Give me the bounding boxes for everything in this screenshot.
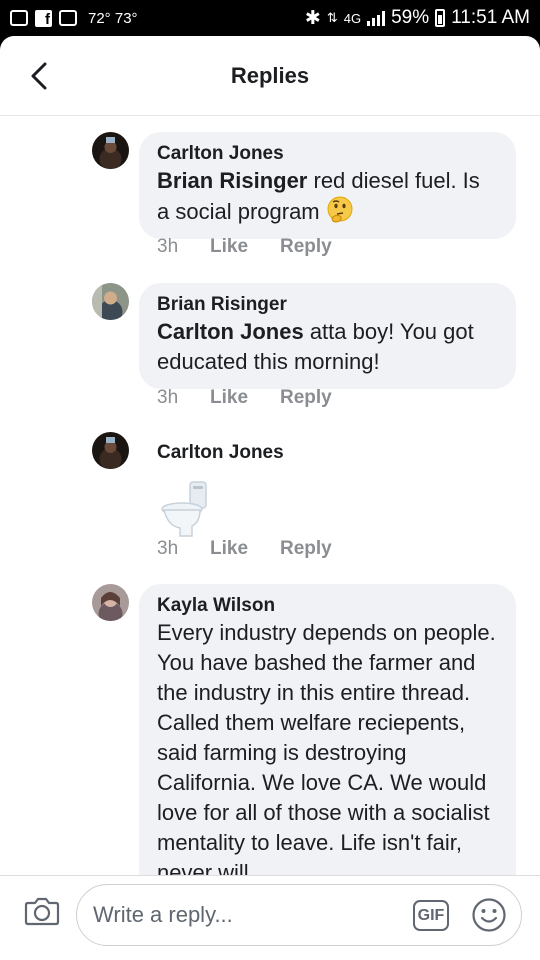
- emoji-button[interactable]: [471, 897, 507, 933]
- avatar[interactable]: [92, 584, 129, 621]
- mention-link[interactable]: Brian Risinger: [157, 168, 307, 193]
- comment-bubble: Carlton Jones Brian Risinger red diesel …: [139, 132, 516, 239]
- comment-text: Every industry depends on people. You ha…: [157, 620, 496, 875]
- comment-actions: 3h Like Reply: [157, 538, 350, 560]
- list-item: Kayla Wilson Every industry depends on p…: [92, 584, 522, 875]
- image-notification-icon: [59, 10, 77, 26]
- comment-author[interactable]: Brian Risinger: [157, 293, 498, 317]
- comment-author[interactable]: Carlton Jones: [157, 442, 284, 464]
- comment-timestamp: 3h: [157, 538, 179, 559]
- avatar[interactable]: [92, 132, 129, 169]
- reply-button[interactable]: Reply: [280, 538, 350, 560]
- comment-bubble: Kayla Wilson Every industry depends on p…: [139, 584, 516, 875]
- comment-author[interactable]: Carlton Jones: [157, 142, 498, 166]
- thinking-face-icon: [327, 196, 353, 223]
- clock: 11:51 AM: [451, 7, 530, 28]
- message-notification-icon: [10, 10, 28, 26]
- replies-list[interactable]: Carlton Jones Brian Risinger red diesel …: [0, 116, 540, 875]
- list-item: Brian Risinger Carlton Jones atta boy! Y…: [92, 283, 522, 423]
- avatar[interactable]: [92, 283, 129, 320]
- toilet-icon: [161, 481, 207, 537]
- data-transfer-icon: ⇅: [326, 10, 338, 25]
- camera-button[interactable]: [24, 895, 60, 927]
- battery-percent: 59%: [391, 7, 430, 28]
- comment-text: Brian Risinger red diesel fuel. Is a soc…: [157, 166, 498, 227]
- list-item: Carlton Jones Brian Risinger red diesel …: [92, 132, 522, 272]
- like-button[interactable]: Like: [210, 538, 280, 560]
- comment-author[interactable]: Kayla Wilson: [157, 594, 498, 618]
- battery-icon: [435, 9, 446, 27]
- comment-timestamp: 3h: [157, 236, 179, 257]
- comment-text: Carlton Jones atta boy! You got educated…: [157, 317, 498, 377]
- replies-screen: Replies Carlton Jones Brian Risinger red…: [0, 36, 540, 960]
- comment-actions: 3h Like Reply: [157, 236, 350, 258]
- bluetooth-icon: ✱: [304, 7, 321, 29]
- status-bar: f 72° 73° ✱ ⇅ 4G 59% 11:51 AM: [0, 0, 540, 36]
- like-button[interactable]: Like: [210, 236, 280, 258]
- like-button[interactable]: Like: [210, 387, 280, 409]
- page-title: Replies: [230, 62, 310, 88]
- camera-icon: [24, 897, 60, 926]
- comment-timestamp: 3h: [157, 387, 179, 408]
- header: Replies: [0, 36, 540, 116]
- back-button[interactable]: [26, 60, 54, 92]
- avatar[interactable]: [92, 432, 129, 469]
- reply-button[interactable]: Reply: [280, 236, 350, 258]
- reply-input-box: GIF: [76, 884, 522, 946]
- reply-composer: GIF: [0, 875, 540, 960]
- smiley-icon: [472, 898, 506, 932]
- reply-input[interactable]: [93, 897, 393, 933]
- facebook-notification-icon: f: [35, 9, 52, 27]
- gif-button[interactable]: GIF: [413, 900, 449, 931]
- mention-link[interactable]: Carlton Jones: [157, 319, 304, 344]
- temperature-text: 72° 73°: [88, 9, 138, 27]
- reply-button[interactable]: Reply: [280, 387, 350, 409]
- network-type-text: 4G: [343, 10, 362, 26]
- comment-actions: 3h Like Reply: [157, 387, 350, 409]
- comment-bubble: Brian Risinger Carlton Jones atta boy! Y…: [139, 283, 516, 389]
- list-item: Carlton Jones 3h Like Reply: [92, 432, 522, 572]
- chevron-left-icon: [31, 62, 47, 90]
- signal-icon: [367, 10, 386, 26]
